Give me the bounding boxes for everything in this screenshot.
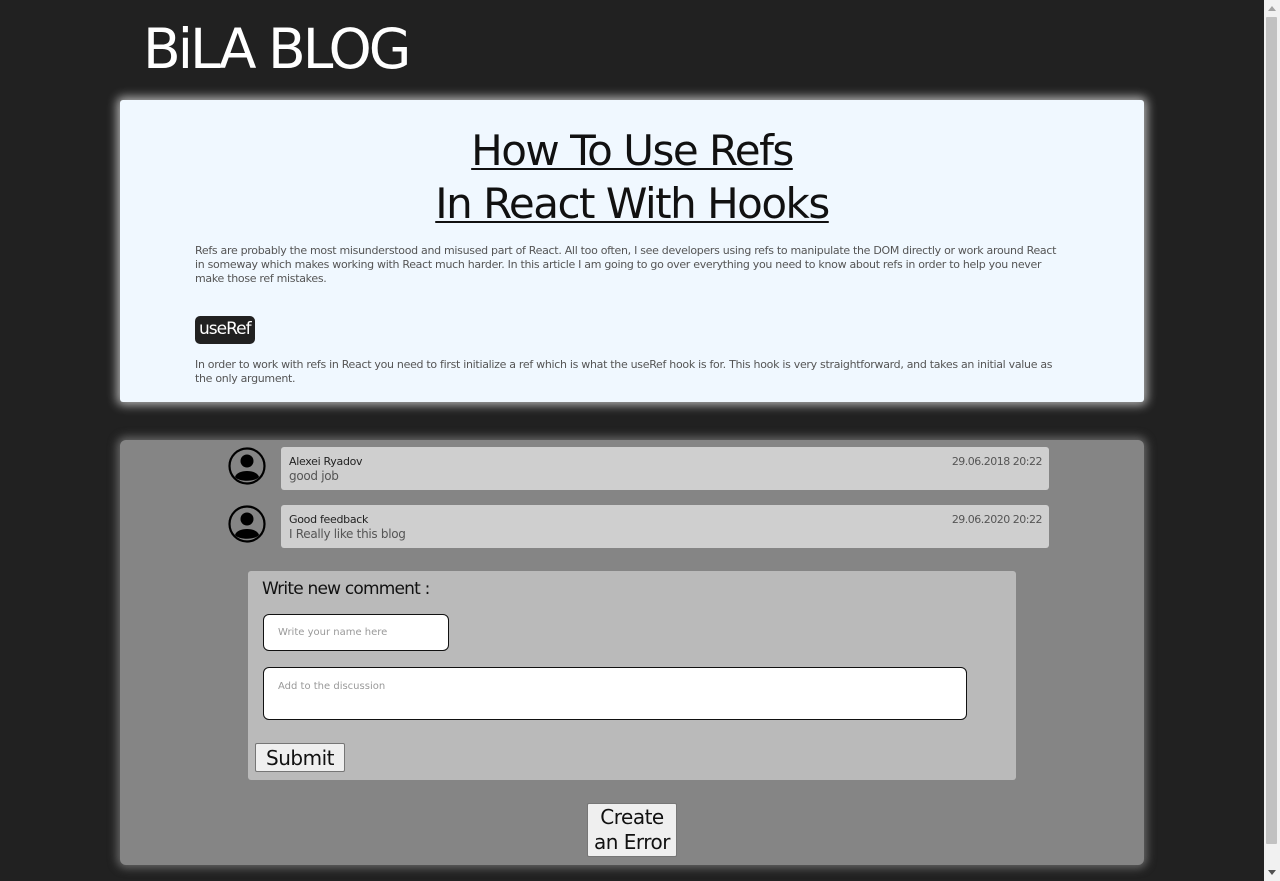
comment-date: 29.06.2020 20:22	[951, 513, 1043, 526]
submit-button[interactable]: Submit	[255, 743, 345, 772]
comment-author: Good feedback	[289, 513, 369, 526]
user-avatar-icon	[228, 447, 266, 485]
article-card: How To Use Refs In React With Hooks Refs…	[120, 100, 1144, 402]
discussion-textarea[interactable]	[263, 667, 967, 720]
comment-item: Good feedback 29.06.2020 20:22 I Really …	[228, 505, 1050, 550]
create-error-label-line-2: an Error	[593, 830, 671, 854]
comment-text: good job	[289, 469, 339, 483]
article-title: How To Use Refs In React With Hooks	[120, 124, 1144, 230]
comment-text: I Really like this blog	[289, 527, 406, 541]
create-error-label-line-1: Create	[600, 805, 664, 829]
scroll-down-arrow-icon[interactable]	[1264, 864, 1280, 881]
blog-logo[interactable]: BiLA BLOG	[143, 16, 411, 82]
article-title-line-2: In React With Hooks	[120, 177, 1144, 230]
comments-panel: Alexei Ryadov 29.06.2018 20:22 good job …	[120, 440, 1144, 865]
comment-date: 29.06.2018 20:22	[951, 455, 1043, 468]
section-badge: useRef	[195, 316, 255, 344]
page: BiLA BLOG How To Use Refs In React With …	[0, 0, 1264, 881]
scroll-up-arrow-icon[interactable]	[1264, 0, 1280, 17]
vertical-scrollbar[interactable]	[1264, 0, 1280, 881]
article-section-text: In order to work with refs in React you …	[195, 358, 1053, 385]
article-title-line-1: How To Use Refs	[120, 124, 1144, 177]
article-intro: Refs are probably the most misunderstood…	[195, 244, 1057, 285]
name-input[interactable]	[263, 614, 449, 651]
create-error-button[interactable]: Create an Error	[587, 803, 677, 857]
comment-box: Good feedback 29.06.2020 20:22 I Really …	[281, 505, 1049, 548]
article-title-text-2[interactable]: In React With Hooks	[435, 179, 830, 228]
scrollbar-thumb[interactable]	[1266, 17, 1277, 844]
comment-item: Alexei Ryadov 29.06.2018 20:22 good job	[228, 447, 1050, 492]
comment-box: Alexei Ryadov 29.06.2018 20:22 good job	[281, 447, 1049, 490]
article-title-text-1[interactable]: How To Use Refs	[471, 126, 794, 175]
user-avatar-icon	[228, 505, 266, 543]
comment-author: Alexei Ryadov	[289, 455, 363, 468]
new-comment-form: Write new comment : Submit	[248, 571, 1016, 780]
form-heading: Write new comment :	[262, 579, 430, 599]
